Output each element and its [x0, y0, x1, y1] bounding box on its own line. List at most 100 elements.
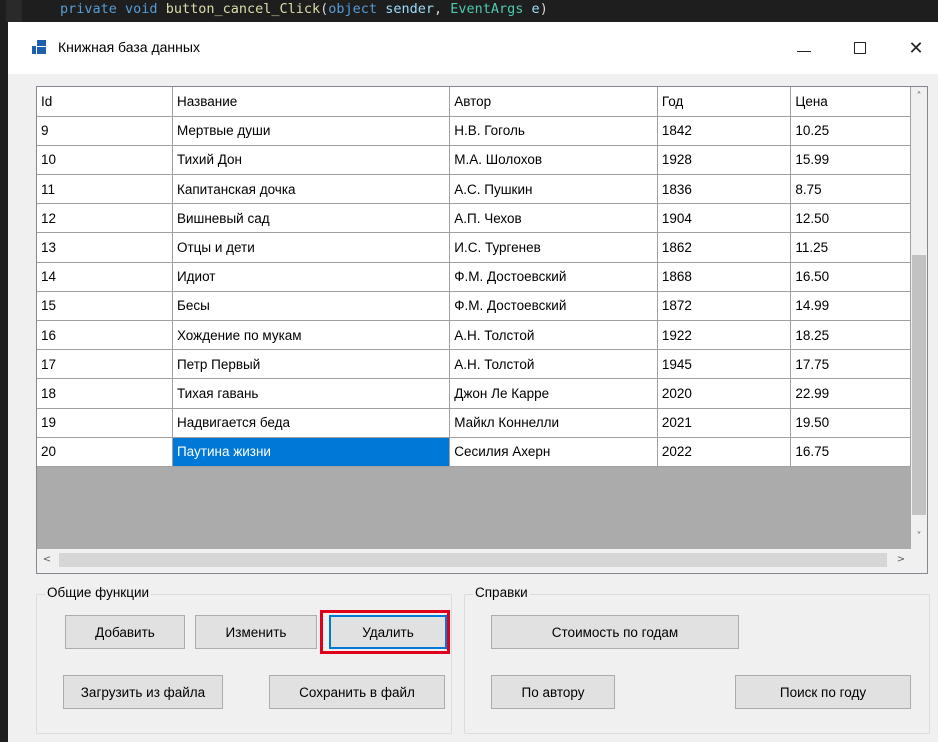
cell-author[interactable]: А.С. Пушкин [449, 174, 658, 205]
cell-price[interactable]: 16.75 [790, 437, 911, 467]
cell-title[interactable]: Бесы [172, 291, 451, 322]
cell-year[interactable]: 1928 [657, 145, 792, 176]
table-row[interactable]: 19 Надвигается беда Майкл Коннелли 2021 19.5… [37, 408, 911, 438]
cell-price[interactable]: 19.50 [790, 408, 911, 438]
cell-author[interactable]: А.Н. Толстой [449, 349, 658, 380]
by-author-button[interactable]: По автору [491, 675, 615, 709]
maximize-button[interactable] [840, 34, 880, 62]
save-to-file-button[interactable]: Сохранить в файл [269, 675, 445, 709]
cell-year[interactable]: 2021 [657, 408, 792, 438]
cell-price[interactable]: 8.75 [790, 174, 911, 205]
load-from-file-button[interactable]: Загрузить из файла [63, 675, 223, 709]
table-row[interactable]: 18 Тихая гавань Джон Ле Карре 2020 22.99 [37, 378, 911, 409]
cell-year[interactable]: 1904 [657, 203, 792, 234]
column-header-title[interactable]: Название [172, 87, 451, 117]
cell-year[interactable]: 2022 [657, 437, 792, 467]
horizontal-scrollbar[interactable]: < > [37, 549, 911, 573]
table-row[interactable]: 12 Вишневый сад А.П. Чехов 1904 12.50 [37, 203, 911, 234]
cell-year[interactable]: 1836 [657, 174, 792, 205]
cell-author[interactable]: Н.В. Гоголь [449, 116, 658, 146]
cell-year[interactable]: 2020 [657, 378, 792, 409]
table-row[interactable]: 10 Тихий Дон М.А. Шолохов 1928 15.99 [37, 145, 911, 176]
cell-title[interactable]: Отцы и дети [172, 232, 451, 263]
cell-id[interactable]: 20 [37, 437, 173, 467]
cell-title[interactable]: Капитанская дочка [172, 174, 451, 205]
cell-price[interactable]: 12.50 [790, 203, 911, 234]
table-row[interactable]: 9 Мертвые души Н.В. Гоголь 1842 10.25 [37, 116, 911, 146]
minimize-button[interactable] [784, 34, 824, 62]
horizontal-scroll-thumb[interactable] [59, 553, 887, 567]
cell-price[interactable]: 10.25 [790, 116, 911, 146]
cell-title[interactable]: Тихий Дон [172, 145, 451, 176]
cell-id[interactable]: 14 [37, 262, 173, 292]
header-row: Id Название Автор Год Цена [37, 87, 911, 117]
scroll-down-icon[interactable]: ˅ [911, 531, 927, 542]
scroll-right-icon[interactable]: > [893, 554, 909, 565]
cell-id[interactable]: 10 [37, 145, 173, 176]
cell-price[interactable]: 18.25 [790, 320, 911, 351]
table-row[interactable]: 20 Паутина жизни Сесилия Ахерн 2022 16.75 [37, 437, 911, 467]
cell-author[interactable]: Майкл Коннелли [449, 408, 658, 438]
cell-author[interactable]: Ф.М. Достоевский [449, 291, 658, 322]
column-header-year[interactable]: Год [657, 87, 792, 117]
cell-title[interactable]: Хождение по мукам [172, 320, 451, 351]
cell-id[interactable]: 12 [37, 203, 173, 234]
cell-author[interactable]: А.П. Чехов [449, 203, 658, 234]
cell-title[interactable]: Надвигается беда [172, 408, 451, 438]
cell-id[interactable]: 17 [37, 349, 173, 380]
table-row[interactable]: 15 Бесы Ф.М. Достоевский 1872 14.99 [37, 291, 911, 322]
cell-title[interactable]: Петр Первый [172, 349, 451, 380]
cell-year[interactable]: 1842 [657, 116, 792, 146]
cell-id[interactable]: 15 [37, 291, 173, 322]
cell-title[interactable]: Вишневый сад [172, 203, 451, 234]
cell-id[interactable]: 18 [37, 378, 173, 409]
cell-title[interactable]: Идиот [172, 262, 451, 292]
cell-author[interactable]: А.Н. Толстой [449, 320, 658, 351]
cell-author[interactable]: Сесилия Ахерн [449, 437, 658, 467]
cell-id[interactable]: 19 [37, 408, 173, 438]
cell-price[interactable]: 17.75 [790, 349, 911, 380]
vertical-scroll-thumb[interactable] [912, 255, 926, 515]
title-bar[interactable]: Книжная база данных ✕ [8, 22, 938, 74]
cell-author[interactable]: И.С. Тургенев [449, 232, 658, 263]
cell-author[interactable]: М.А. Шолохов [449, 145, 658, 176]
cell-id[interactable]: 13 [37, 232, 173, 263]
table-row[interactable]: 11 Капитанская дочка А.С. Пушкин 1836 8.75 [37, 174, 911, 205]
table-row[interactable]: 16 Хождение по мукам А.Н. Толстой 1922 18.25 [37, 320, 911, 351]
cell-price[interactable]: 14.99 [790, 291, 911, 322]
scroll-up-icon[interactable]: ˄ [911, 91, 927, 102]
edit-button[interactable]: Изменить [195, 615, 317, 649]
vertical-scrollbar[interactable]: ˄ ˅ [911, 87, 927, 549]
table-row[interactable]: 14 Идиот Ф.М. Достоевский 1868 16.50 [37, 262, 911, 292]
cell-year[interactable]: 1945 [657, 349, 792, 380]
cell-author[interactable]: Ф.М. Достоевский [449, 262, 658, 292]
cell-year[interactable]: 1922 [657, 320, 792, 351]
close-button[interactable]: ✕ [896, 34, 936, 62]
scroll-left-icon[interactable]: < [39, 554, 55, 565]
cell-price[interactable]: 11.25 [790, 232, 911, 263]
grid-body: Id Название Автор Год Цена 9 Мертвые души… [37, 87, 911, 549]
cell-year[interactable]: 1868 [657, 262, 792, 292]
cell-year[interactable]: 1862 [657, 232, 792, 263]
cell-title[interactable]: Мертвые души [172, 116, 451, 146]
column-header-price[interactable]: Цена [790, 87, 911, 117]
books-data-grid[interactable]: Id Название Автор Год Цена 9 Мертвые души… [36, 86, 928, 574]
cell-id[interactable]: 11 [37, 174, 173, 205]
cell-year[interactable]: 1872 [657, 291, 792, 322]
cell-price[interactable]: 22.99 [790, 378, 911, 409]
cell-price[interactable]: 16.50 [790, 262, 911, 292]
cell-author[interactable]: Джон Ле Карре [449, 378, 658, 409]
table-row[interactable]: 13 Отцы и дети И.С. Тургенев 1862 11.25 [37, 232, 911, 263]
add-button[interactable]: Добавить [65, 615, 185, 649]
search-by-year-button[interactable]: Поиск по году [735, 675, 911, 709]
cell-id[interactable]: 16 [37, 320, 173, 351]
cell-price[interactable]: 15.99 [790, 145, 911, 176]
table-row[interactable]: 17 Петр Первый А.Н. Толстой 1945 17.75 [37, 349, 911, 380]
column-header-author[interactable]: Автор [449, 87, 658, 117]
app-window: Книжная база данных ✕ Id Название Автор … [8, 22, 938, 742]
cost-by-years-button[interactable]: Стоимость по годам [491, 615, 739, 649]
cell-title[interactable]: Тихая гавань [172, 378, 451, 409]
cell-title-selected[interactable]: Паутина жизни [172, 437, 451, 467]
cell-id[interactable]: 9 [37, 116, 173, 146]
column-header-id[interactable]: Id [37, 87, 173, 117]
